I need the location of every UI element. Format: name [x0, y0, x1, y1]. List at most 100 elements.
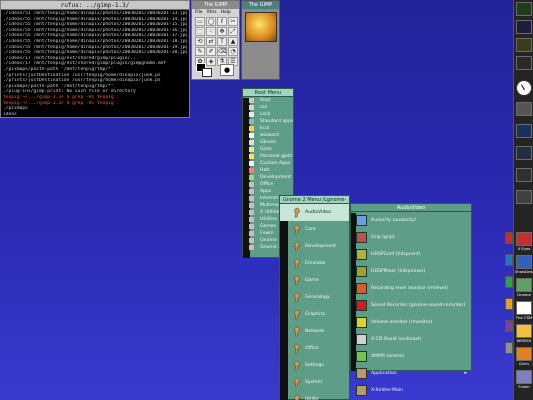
gnome-icon[interactable] — [516, 278, 532, 292]
wharf-item-red[interactable] — [505, 232, 513, 244]
terminal-window[interactable]: rufus: ../gimp-1.3/ ./ideas/51 /mnt/tenp… — [0, 0, 190, 118]
gvim-icon[interactable] — [516, 347, 532, 361]
dock-label-gnome: Gnome — [517, 292, 531, 297]
audiovideo-menu[interactable]: AudioVideo Audacity (audacity) Grip (grip… — [350, 203, 472, 396]
tool-button[interactable]: ⇄ — [206, 37, 216, 46]
root-menu-item-label: Apps — [260, 189, 272, 194]
terminal-line: ./ideas/55 /mnt/tenpig/home/dinapix/phot… — [3, 50, 187, 56]
menu-xtns[interactable]: Xtns — [207, 9, 217, 16]
background-color[interactable] — [202, 68, 212, 77]
gnome-menu-item[interactable]: Development — [280, 238, 349, 255]
brush-preview[interactable]: ● — [220, 64, 234, 76]
root-menu-item-label: Gjots — [260, 147, 272, 152]
root-menu-item[interactable]: Gjots — [243, 146, 293, 153]
root-menu-item[interactable]: Gbrute — [243, 139, 293, 146]
root-menu-item[interactable]: Lock — [243, 111, 293, 118]
root-menu-item[interactable]: kcal — [243, 125, 293, 132]
audiovideo-menu-item[interactable]: X-CD-Roast (xcdroast) — [351, 331, 471, 348]
gnome-menu-item[interactable]: Network — [280, 323, 349, 340]
audiovideo-menu-item[interactable]: Application ▸ — [351, 365, 471, 382]
root-menu-item[interactable]: Root — [243, 97, 293, 104]
gnome-menu-item[interactable]: Utility — [280, 391, 349, 400]
menu-item-icon — [249, 203, 254, 208]
root-menu-item[interactable]: wizword — [243, 132, 293, 139]
xeyes-icon[interactable] — [516, 232, 532, 246]
wharf-item-purple[interactable] — [505, 320, 513, 332]
wharf-item-green[interactable] — [505, 276, 513, 288]
monitor-icon[interactable] — [516, 102, 532, 116]
wmssh-icon[interactable] — [516, 324, 532, 338]
color-swatches[interactable] — [196, 63, 214, 77]
gnome-menu-item[interactable]: Core — [280, 221, 349, 238]
terminal-titlebar[interactable]: rufus: ../gimp-1.3/ — [1, 1, 189, 10]
fvwm-icon[interactable] — [516, 370, 532, 384]
gnome-menu-item[interactable]: AudioVideo — [280, 204, 349, 221]
clock-icon[interactable] — [516, 80, 532, 96]
root-menu-item[interactable]: Custom Apps — [243, 160, 293, 167]
sound-recorder-icon — [356, 300, 367, 311]
gnome-menu-item[interactable]: Game — [280, 272, 349, 289]
audiovideo-menu-item[interactable]: HDSPMixer (hdspmixer) — [351, 263, 471, 280]
tool-button[interactable]: T — [217, 37, 227, 46]
gnome-menu-item[interactable]: System — [280, 374, 349, 391]
gnome-menu-item[interactable]: Graphics — [280, 306, 349, 323]
root-menu-item[interactable]: Standard apps — [243, 118, 293, 125]
memory-icon[interactable] — [516, 168, 532, 182]
tool-button[interactable]: ☜ — [206, 27, 216, 36]
xmms-icon — [356, 351, 367, 362]
audiovideo-menu-item[interactable]: Grip (grip) — [351, 229, 471, 246]
cpu-icon[interactable] — [516, 146, 532, 160]
root-menu-item[interactable]: Halt — [243, 167, 293, 174]
gnome-menu-item-label: Graphics — [305, 312, 326, 317]
pager-2[interactable] — [516, 20, 532, 34]
csm-icon[interactable] — [516, 301, 532, 315]
gnome-menu-item[interactable]: Emulator — [280, 255, 349, 272]
gnome-menu[interactable]: Gnome 2 Menu /Lgnome-unknown.png% AudioV… — [279, 195, 350, 400]
wharf-item-gray[interactable] — [505, 342, 513, 354]
menu-item-icon — [249, 224, 254, 229]
tool-button[interactable]: ✎ — [195, 47, 205, 56]
audiovideo-menu-item[interactable]: Volume monitor (rmonitor) — [351, 314, 471, 331]
audiovideo-menu-item[interactable]: Audacity (audacity) — [351, 212, 471, 229]
gimp-toolbox[interactable]: The GIMP File Xtns Help ▭ ◯ ℓ ✂ ⬚ ☜ ✥ ⤢ ⟲ ⇄ T ▲ ✎ ✐ ⌫ ◔… — [191, 0, 240, 80]
menu-item-icon — [249, 98, 254, 103]
root-menu-item[interactable]: Development — [243, 174, 293, 181]
gimp-image-panel[interactable]: The GIMP — [241, 0, 280, 80]
wharf-item-blue[interactable] — [505, 254, 513, 266]
tool-button[interactable]: ⤢ — [228, 27, 238, 36]
menu-help[interactable]: Help — [221, 9, 231, 16]
menu-file[interactable]: File — [195, 9, 203, 16]
gnome-menu-item[interactable]: Genealogy — [280, 289, 349, 306]
tool-button[interactable]: ✐ — [206, 47, 216, 56]
showdesk-icon[interactable] — [516, 255, 532, 269]
gnome-menu-item[interactable]: Office — [280, 340, 349, 357]
root-menu-item[interactable]: rox — [243, 104, 293, 111]
root-menu-item[interactable]: Personal gjots — [243, 153, 293, 160]
audiovideo-menu-item[interactable]: HDSPConf (hdspconf) — [351, 246, 471, 263]
tool-button[interactable]: ℓ — [217, 17, 227, 26]
pager-4[interactable] — [516, 56, 532, 70]
tool-button[interactable]: ✥ — [217, 27, 227, 36]
network-icon[interactable] — [516, 124, 532, 138]
root-menu-item[interactable]: Office — [243, 181, 293, 188]
audiovideo-menu-item[interactable]: X-Xmlter-Main — [351, 382, 471, 399]
wharf-item-orange[interactable] — [505, 298, 513, 310]
tool-button[interactable]: ⌫ — [217, 47, 227, 56]
pager-3[interactable] — [516, 38, 532, 52]
disk-icon[interactable] — [516, 190, 532, 204]
root-menu-item[interactable]: Apps — [243, 188, 293, 195]
pager-1[interactable] — [516, 2, 532, 16]
audiovideo-menu-item[interactable]: XMMS (xmms) — [351, 348, 471, 365]
tool-button[interactable]: ▭ — [195, 17, 205, 26]
audiovideo-menu-item[interactable]: Recording level monitor (rmlevel) — [351, 280, 471, 297]
tool-button[interactable]: ⬚ — [195, 27, 205, 36]
terminal-output[interactable]: ./ideas/51 /mnt/tenpig/home/dinapix/phot… — [1, 10, 189, 117]
submenu-arrow-icon: ▸ — [464, 370, 467, 376]
tool-button[interactable]: ◔ — [228, 47, 238, 56]
tool-button[interactable]: ◯ — [206, 17, 216, 26]
audiovideo-menu-item[interactable]: Sound Recorder (gnome-sound-recorder) — [351, 297, 471, 314]
tool-button[interactable]: ⟲ — [195, 37, 205, 46]
tool-button[interactable]: ✂ — [228, 17, 238, 26]
tool-button[interactable]: ▲ — [228, 37, 238, 46]
gnome-menu-item[interactable]: Settings — [280, 357, 349, 374]
